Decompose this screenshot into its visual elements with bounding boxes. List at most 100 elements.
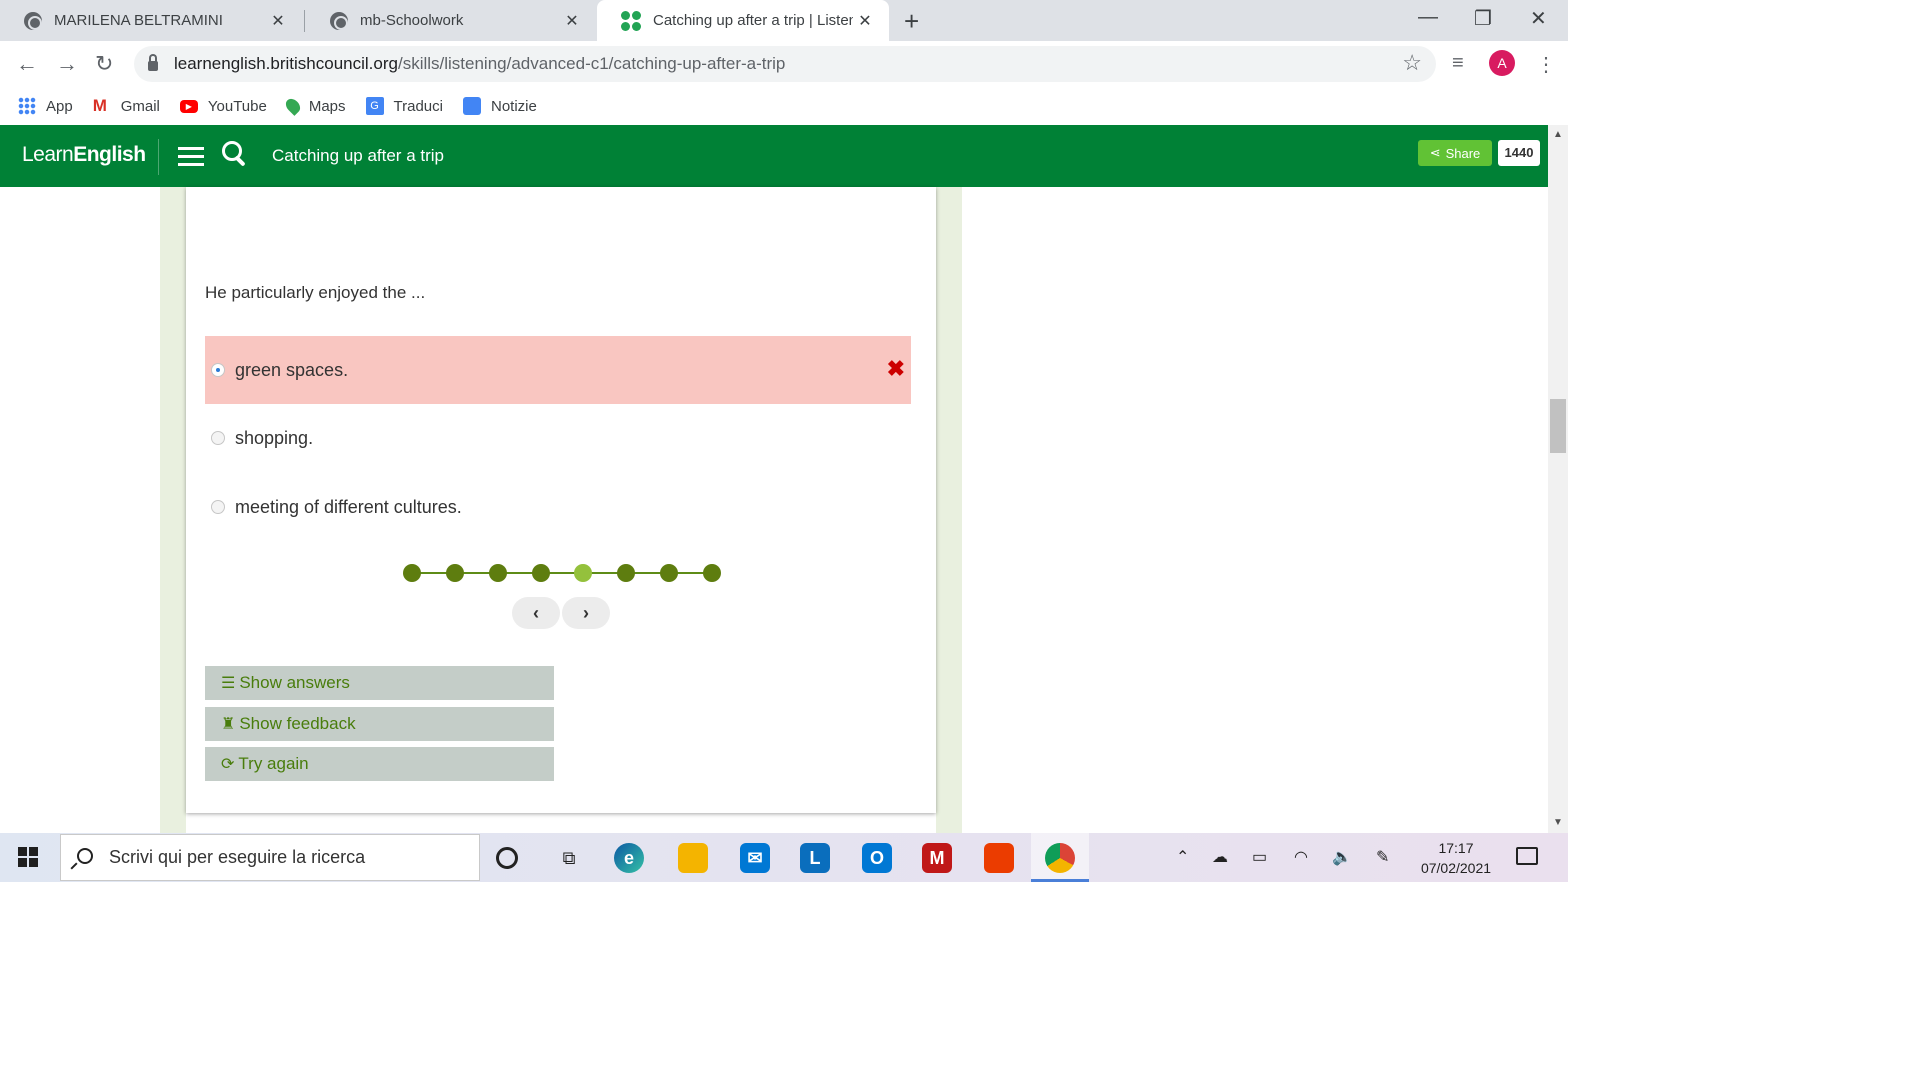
option-label: green spaces. <box>235 359 349 380</box>
tab-catching-up[interactable]: Catching up after a trip | Listening ✕ <box>597 0 889 41</box>
bookmark-label: App <box>46 97 73 115</box>
clock-date: 07/02/2021 <box>1420 860 1492 876</box>
show-answers-button[interactable]: ☰ Show answers <box>205 666 554 700</box>
previous-question-button[interactable]: ‹ <box>512 597 560 629</box>
url-host: learnenglish.britishcouncil.org <box>174 54 398 73</box>
option-green-spaces[interactable]: green spaces. ✖ <box>205 336 911 404</box>
globe-icon <box>24 11 42 30</box>
close-tab-icon[interactable]: ✕ <box>266 11 290 31</box>
close-tab-icon[interactable]: ✕ <box>560 11 584 31</box>
reading-list-icon[interactable]: ≡ <box>1452 52 1464 75</box>
content-left-band <box>160 187 186 833</box>
site-header: LearnEnglish Catching up after a trip ⋖ S… <box>0 125 1548 187</box>
option-meeting-cultures[interactable]: meeting of different cultures. <box>205 473 911 541</box>
address-bar[interactable]: learnenglish.britishcouncil.org/skills/l… <box>134 46 1436 82</box>
minimize-icon[interactable]: — <box>1418 6 1438 29</box>
back-arrow-icon[interactable]: ← <box>16 51 38 77</box>
taskbar-search-input[interactable]: Scrivi qui per eseguire la ricerca <box>60 834 480 881</box>
task-view-icon[interactable]: ⧉ <box>554 843 584 873</box>
learnenglish-logo[interactable]: LearnEnglish <box>22 143 146 167</box>
mcafee-icon[interactable]: M <box>922 843 952 873</box>
search-icon[interactable] <box>222 141 248 169</box>
volume-icon[interactable]: 🔈 <box>1332 847 1352 867</box>
share-icon: ⋖ <box>1429 145 1441 160</box>
bookmark-label: Maps <box>308 97 346 115</box>
office-icon[interactable] <box>984 843 1014 873</box>
bookmarks-bar: App M Gmail ▶ YouTube Maps G Traduci Not… <box>0 87 1568 125</box>
outlook-icon[interactable]: O <box>862 843 892 873</box>
bookmark-gmail[interactable]: M Gmail <box>93 97 160 115</box>
tab-title: MARILENA BELTRAMINI <box>54 12 223 29</box>
wifi-icon[interactable]: ◠ <box>1294 847 1308 867</box>
youtube-icon: ▶ <box>179 99 198 113</box>
scroll-up-arrow-icon[interactable]: ▲ <box>1553 129 1563 140</box>
bookmark-label: YouTube <box>207 97 267 115</box>
bookmark-star-icon[interactable]: ☆ <box>1402 50 1422 76</box>
bookmark-app[interactable]: App <box>18 97 73 115</box>
reload-icon[interactable]: ↻ <box>95 51 113 77</box>
edge-icon[interactable]: e <box>614 843 644 873</box>
radio-button[interactable] <box>211 363 225 377</box>
taskbar-clock[interactable]: 17:17 07/02/2021 <box>1404 838 1508 878</box>
profile-avatar[interactable]: A <box>1489 50 1515 76</box>
bookmark-label: Notizie <box>490 97 537 115</box>
chrome-icon <box>1045 843 1075 873</box>
lexia-icon[interactable]: L <box>800 843 830 873</box>
logo-light: Learn <box>22 143 74 166</box>
bookmark-youtube[interactable]: ▶ YouTube <box>179 97 267 115</box>
close-tab-icon[interactable]: ✕ <box>853 11 877 31</box>
bookmark-traduci[interactable]: G Traduci <box>365 97 443 115</box>
browser-tab-strip: MARILENA BELTRAMINI ✕ mb-Schoolwork ✕ Ca… <box>0 0 1568 41</box>
file-explorer-icon[interactable] <box>678 843 708 873</box>
progress-dot[interactable] <box>488 564 507 582</box>
onedrive-cloud-icon[interactable]: ☁ <box>1212 847 1228 867</box>
page-scrollbar[interactable]: ▲ ▼ <box>1548 125 1568 833</box>
progress-dot[interactable] <box>445 564 464 582</box>
chrome-taskbar-item[interactable] <box>1031 833 1089 882</box>
show-hidden-icons-icon[interactable]: ⌃ <box>1176 847 1189 867</box>
progress-dot[interactable] <box>403 564 421 582</box>
share-button[interactable]: ⋖ Share <box>1418 140 1492 166</box>
close-window-icon[interactable]: ✕ <box>1530 6 1547 31</box>
mail-icon[interactable]: ✉ <box>740 843 770 873</box>
action-center-icon[interactable] <box>1516 847 1538 865</box>
tab-title: mb-Schoolwork <box>360 12 464 29</box>
search-placeholder: Scrivi qui per eseguire la ricerca <box>109 847 366 867</box>
progress-dot[interactable] <box>660 564 679 582</box>
next-question-button[interactable]: › <box>562 597 610 629</box>
forward-arrow-icon[interactable]: → <box>56 51 78 77</box>
web-page: LearnEnglish Catching up after a trip ⋖ S… <box>0 125 1548 833</box>
bookmark-maps[interactable]: Maps <box>282 96 346 116</box>
tab-schoolwork[interactable]: mb-Schoolwork ✕ <box>306 0 596 41</box>
show-feedback-button[interactable]: ♜ Show feedback <box>205 707 554 741</box>
new-tab-icon[interactable]: + <box>904 6 919 37</box>
try-again-button[interactable]: ⟳ Try again <box>205 747 554 781</box>
windows-start-icon[interactable] <box>18 847 38 867</box>
exercise-card: He particularly enjoyed the ... green sp… <box>186 187 936 813</box>
cortana-icon[interactable] <box>496 847 518 869</box>
radio-button[interactable] <box>211 431 225 445</box>
scrollbar-thumb[interactable] <box>1550 399 1566 453</box>
globe-icon <box>330 11 348 30</box>
scroll-down-arrow-icon[interactable]: ▼ <box>1553 817 1563 828</box>
content-right-band <box>936 187 962 833</box>
progress-dot[interactable] <box>531 564 550 582</box>
bookmark-notizie[interactable]: Notizie <box>462 97 537 115</box>
battery-icon[interactable]: ▭ <box>1252 847 1267 867</box>
windows-taskbar: Scrivi qui per eseguire la ricerca ⧉ e ✉… <box>0 833 1568 882</box>
share-count: 1440 <box>1498 140 1540 166</box>
hamburger-menu-icon[interactable] <box>178 147 204 167</box>
refresh-icon: ⟳ <box>221 756 235 773</box>
progress-dot[interactable] <box>574 564 593 582</box>
progress-dot[interactable] <box>617 564 636 582</box>
option-shopping[interactable]: shopping. <box>205 404 911 472</box>
menu-kebab-icon[interactable]: ⋮ <box>1536 52 1556 77</box>
question-progress <box>402 563 722 583</box>
progress-dot[interactable] <box>703 564 721 582</box>
gmail-icon: M <box>92 96 107 115</box>
radio-button[interactable] <box>211 500 225 514</box>
tab-marilena[interactable]: MARILENA BELTRAMINI ✕ <box>0 0 302 41</box>
restore-icon[interactable]: ❐ <box>1474 6 1492 31</box>
url-path: /skills/listening/advanced-c1/catching-u… <box>397 54 786 73</box>
pen-icon[interactable]: ✎ <box>1376 847 1389 867</box>
